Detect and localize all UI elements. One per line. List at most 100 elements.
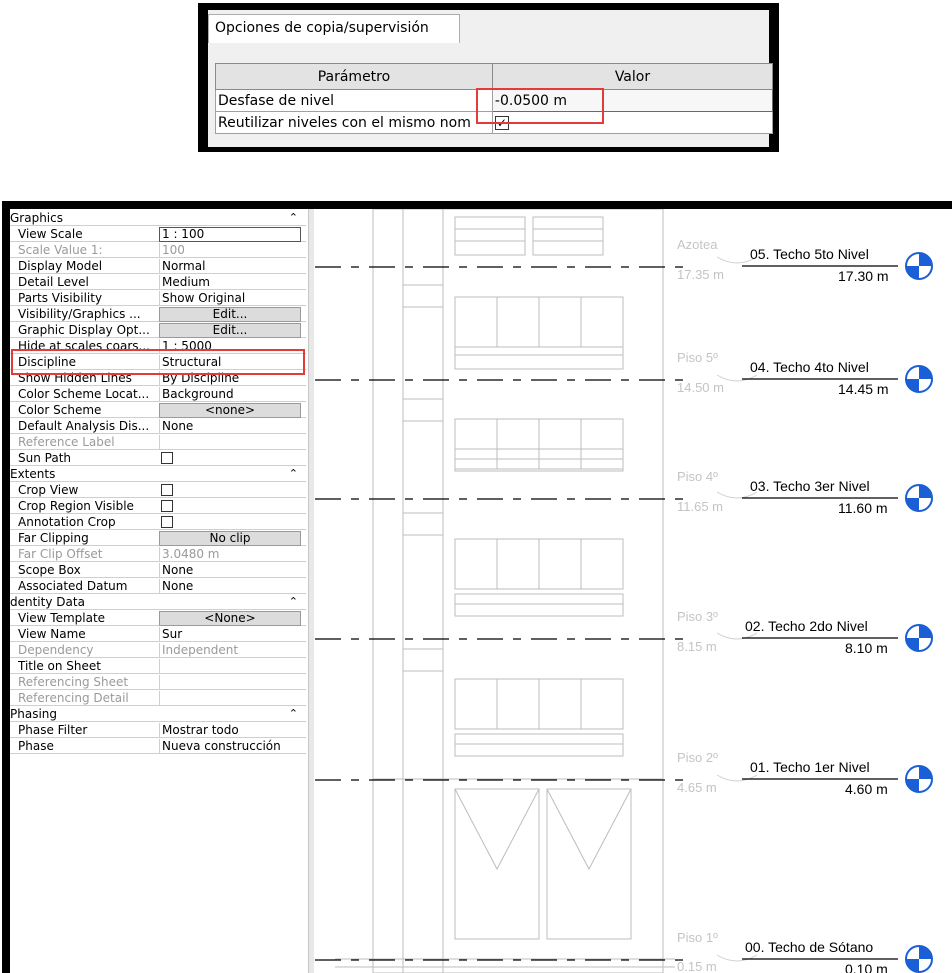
prop-value[interactable]: Show Original	[159, 291, 302, 306]
elevation-view-canvas[interactable]: Azotea 17.35 m 05. Techo 5to Nivel 17.30…	[315, 209, 952, 973]
prop-value: 100	[159, 243, 302, 258]
level-offset-label: Desfase de nivel	[215, 89, 493, 112]
prop-row-color-scheme[interactable]: Color Scheme <none>	[10, 403, 306, 418]
collapse-chevron-icon[interactable]: ⌃	[289, 467, 298, 481]
prop-value[interactable]: Background	[159, 387, 302, 402]
level-ghost-name: Piso 4º	[677, 469, 718, 484]
prop-label: Sun Path	[18, 451, 72, 465]
prop-label: Crop View	[18, 483, 79, 497]
collapse-chevron-icon[interactable]: ⌃	[289, 211, 298, 225]
prop-row-graphic-display-options[interactable]: Graphic Display Opt... Edit...	[10, 323, 306, 338]
section-phasing-label: Phasing	[10, 707, 58, 721]
level-ghost-elevation: 8.15 m	[677, 639, 717, 654]
prop-label: Default Analysis Dis...	[18, 419, 150, 433]
prop-label: View Template	[18, 611, 106, 625]
view-scale-input[interactable]: 1 : 100	[159, 227, 301, 242]
prop-label: Color Scheme Locat...	[18, 387, 150, 401]
sun-path-checkbox[interactable]	[161, 452, 173, 464]
annotation-crop-checkbox[interactable]	[161, 516, 173, 528]
prop-row-crop-region-visible[interactable]: Crop Region Visible	[10, 499, 306, 514]
prop-row-display-model[interactable]: Display Model Normal	[10, 259, 306, 274]
crop-region-visible-checkbox[interactable]	[161, 500, 173, 512]
graphic-display-edit-button[interactable]: Edit...	[159, 323, 301, 338]
level-name[interactable]: 04. Techo 4to Nivel	[750, 359, 869, 375]
collapse-chevron-icon[interactable]: ⌃	[289, 595, 298, 609]
prop-value[interactable]: Mostrar todo	[159, 723, 302, 738]
section-phasing[interactable]: Phasing ⌃	[10, 707, 306, 722]
prop-row-far-clipping[interactable]: Far Clipping No clip	[10, 531, 306, 546]
prop-label: Visibility/Graphics ...	[18, 307, 141, 321]
level-elevation[interactable]: 11.60 m	[838, 500, 888, 516]
prop-label: Phase	[18, 739, 54, 753]
prop-value[interactable]: Medium	[159, 275, 302, 290]
level-ghost-elevation: 11.65 m	[677, 499, 724, 514]
building-elevation-drawing	[315, 209, 933, 973]
level-name[interactable]: 01. Techo 1er Nivel	[750, 759, 870, 775]
prop-row-phase[interactable]: Phase Nueva construcción	[10, 739, 306, 754]
level-ghost-name: Azotea	[677, 237, 718, 252]
prop-value	[159, 691, 302, 706]
prop-row-color-scheme-location[interactable]: Color Scheme Locat... Background	[10, 387, 306, 402]
table-header-row: Parámetro Valor	[215, 63, 774, 90]
prop-row-parts-visibility[interactable]: Parts Visibility Show Original	[10, 291, 306, 306]
level-ghost-name: Piso 2º	[677, 750, 718, 765]
level-elevation[interactable]: 17.30 m	[838, 268, 889, 284]
level-name[interactable]: 00. Techo de Sótano	[745, 939, 873, 955]
level-ghost-elevation: 14.50 m	[677, 380, 724, 395]
palette-splitter[interactable]	[308, 209, 314, 973]
prop-row-reference-label: Reference Label	[10, 435, 306, 450]
discipline-highlight	[11, 349, 305, 375]
prop-row-view-name[interactable]: View Name Sur	[10, 627, 306, 642]
level-ghost-elevation: 4.65 m	[677, 780, 717, 795]
section-extents[interactable]: Extents ⌃	[10, 467, 306, 482]
level-name[interactable]: 03. Techo 3er Nivel	[750, 478, 870, 494]
prop-row-crop-view[interactable]: Crop View	[10, 483, 306, 498]
prop-row-annotation-crop[interactable]: Annotation Crop	[10, 515, 306, 530]
level-elevation[interactable]: 14.45 m	[838, 381, 889, 397]
level-elevation[interactable]: 4.60 m	[845, 781, 888, 797]
visibility-graphics-edit-button[interactable]: Edit...	[159, 307, 301, 322]
section-identity-label: dentity Data	[10, 595, 85, 609]
level-elevation[interactable]: 0.10 m	[845, 961, 888, 973]
prop-label: Detail Level	[18, 275, 89, 289]
prop-row-default-analysis[interactable]: Default Analysis Dis... None	[10, 419, 306, 434]
prop-row-scope-box[interactable]: Scope Box None	[10, 563, 306, 578]
level-elevation[interactable]: 8.10 m	[845, 640, 888, 656]
prop-row-view-scale[interactable]: View Scale 1 : 100	[10, 227, 306, 242]
prop-row-title-on-sheet[interactable]: Title on Sheet	[10, 659, 306, 674]
prop-row-detail-level[interactable]: Detail Level Medium	[10, 275, 306, 290]
prop-value[interactable]: None	[159, 419, 302, 434]
level-name[interactable]: 02. Techo 2do Nivel	[745, 618, 868, 634]
level-name[interactable]: 05. Techo 5to Nivel	[750, 246, 869, 262]
collapse-chevron-icon[interactable]: ⌃	[289, 707, 298, 721]
prop-value[interactable]: None	[159, 563, 302, 578]
crop-view-checkbox[interactable]	[161, 484, 173, 496]
prop-value[interactable]: Nueva construcción	[159, 739, 302, 754]
prop-row-view-template[interactable]: View Template <None>	[10, 611, 306, 626]
prop-label: Annotation Crop	[18, 515, 116, 529]
prop-label: Far Clipping	[18, 531, 89, 545]
prop-label: Dependency	[18, 643, 94, 657]
copy-monitor-options-panel: Opciones de copia/supervisión Parámetro …	[198, 3, 779, 152]
prop-value[interactable]	[159, 659, 302, 674]
section-identity-data[interactable]: dentity Data ⌃	[10, 595, 306, 610]
prop-row-sun-path[interactable]: Sun Path	[10, 451, 306, 466]
view-workspace-body: Graphics ⌃ View Scale 1 : 100 Scale Valu…	[10, 209, 952, 973]
prop-row-associated-datum[interactable]: Associated Datum None	[10, 579, 306, 594]
prop-value: Independent	[159, 643, 302, 658]
prop-value[interactable]: Normal	[159, 259, 302, 274]
tab-copy-monitor-options[interactable]: Opciones de copia/supervisión	[208, 14, 460, 43]
far-clipping-button[interactable]: No clip	[159, 531, 301, 546]
prop-value	[159, 435, 302, 450]
prop-row-phase-filter[interactable]: Phase Filter Mostrar todo	[10, 723, 306, 738]
color-scheme-button[interactable]: <none>	[159, 403, 301, 418]
prop-value[interactable]: None	[159, 579, 302, 594]
view-template-button[interactable]: <None>	[159, 611, 301, 626]
prop-row-dependency: Dependency Independent	[10, 643, 306, 658]
prop-label: Referencing Sheet	[18, 675, 129, 689]
view-name-input[interactable]: Sur	[159, 627, 302, 642]
prop-label: Reference Label	[18, 435, 115, 449]
section-graphics[interactable]: Graphics ⌃	[10, 211, 306, 226]
prop-row-visibility-graphics[interactable]: Visibility/Graphics ... Edit...	[10, 307, 306, 322]
prop-row-referencing-detail: Referencing Detail	[10, 691, 306, 706]
